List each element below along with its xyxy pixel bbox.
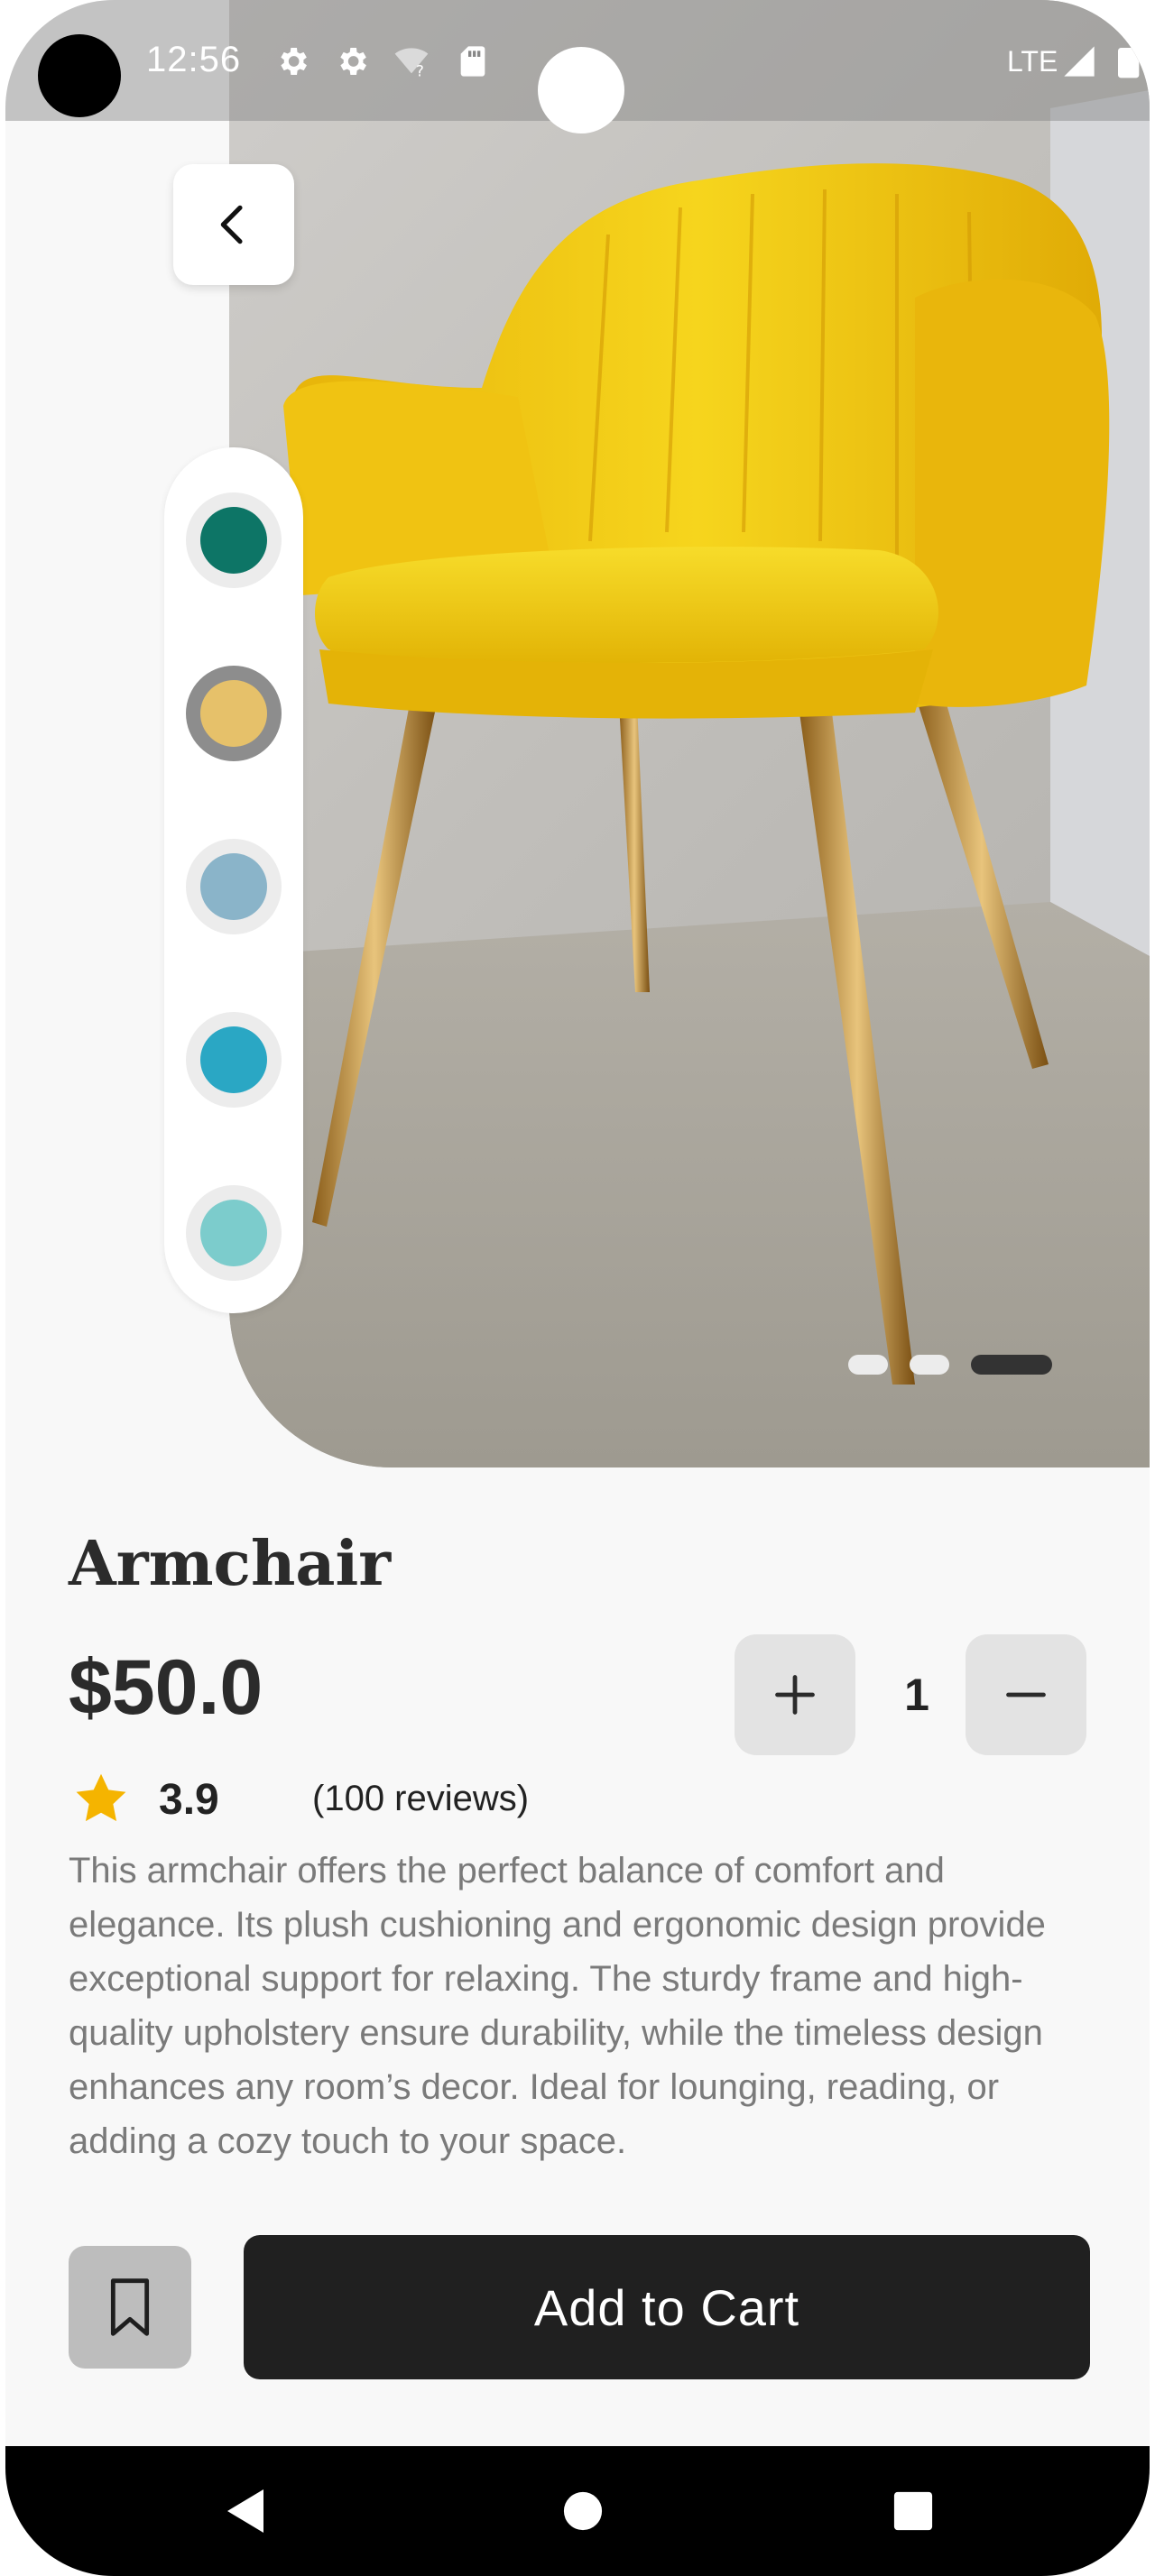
color-swatch (200, 680, 267, 747)
camera-cutout (38, 34, 121, 117)
carousel-dot[interactable] (910, 1355, 949, 1375)
minus-icon (1006, 1692, 1046, 1697)
product-description: This armchair offers the perfect balance… (69, 1851, 1046, 2161)
carousel-dot[interactable] (848, 1355, 888, 1375)
color-option-5[interactable] (186, 1185, 282, 1281)
plus-icon (775, 1675, 815, 1715)
signal-icon (1064, 46, 1095, 77)
color-swatch (200, 1026, 267, 1093)
nav-back-button[interactable] (213, 2479, 278, 2544)
nav-home-button[interactable] (550, 2479, 615, 2544)
color-swatch (200, 507, 267, 574)
color-option-2-selected[interactable] (186, 666, 282, 761)
settings-icon (340, 48, 366, 75)
system-navigation-bar (5, 2446, 1150, 2576)
front-camera (538, 47, 624, 133)
network-type: LTE (1007, 45, 1058, 78)
home-circle-icon (563, 2491, 603, 2531)
quantity-value: 1 (904, 1670, 929, 1720)
armchair-photo (229, 0, 1150, 1467)
color-option-4[interactable] (186, 1012, 282, 1108)
svg-text:?: ? (416, 63, 424, 79)
chevron-left-icon (220, 205, 243, 244)
nav-recents-button[interactable] (881, 2479, 946, 2544)
back-button[interactable] (173, 164, 294, 285)
star-icon (76, 1773, 126, 1822)
phone-screen: 12:56 ? LTE Armchair $50.0 1 3.9 (100 re… (5, 0, 1150, 2576)
bookmark-button[interactable] (69, 2246, 191, 2369)
product-price: $50.0 (69, 1644, 263, 1731)
add-to-cart-button[interactable]: Add to Cart (244, 2235, 1090, 2379)
back-triangle-icon (227, 2489, 263, 2533)
wifi-question-icon: ? (394, 48, 429, 79)
image-carousel-indicator (848, 1355, 1052, 1375)
sim-card-icon (460, 46, 485, 77)
rating-value: 3.9 (159, 1776, 219, 1824)
recents-square-icon (893, 2491, 933, 2531)
decrease-quantity-button[interactable] (966, 1634, 1086, 1755)
review-count[interactable]: (100 reviews) (312, 1779, 529, 1819)
carousel-dot-active[interactable] (971, 1355, 1052, 1375)
product-image[interactable] (229, 0, 1150, 1467)
product-title: Armchair (69, 1528, 392, 1600)
color-option-3[interactable] (186, 839, 282, 934)
color-picker (164, 447, 303, 1313)
increase-quantity-button[interactable] (735, 1634, 855, 1755)
battery-icon (1118, 48, 1140, 78)
color-swatch (200, 853, 267, 920)
color-option-1[interactable] (186, 492, 282, 588)
bookmark-icon (110, 2278, 150, 2336)
settings-icon (281, 48, 307, 75)
color-swatch (200, 1200, 267, 1266)
status-time: 12:56 (146, 40, 242, 79)
status-bar: 12:56 ? LTE (5, 0, 1150, 133)
